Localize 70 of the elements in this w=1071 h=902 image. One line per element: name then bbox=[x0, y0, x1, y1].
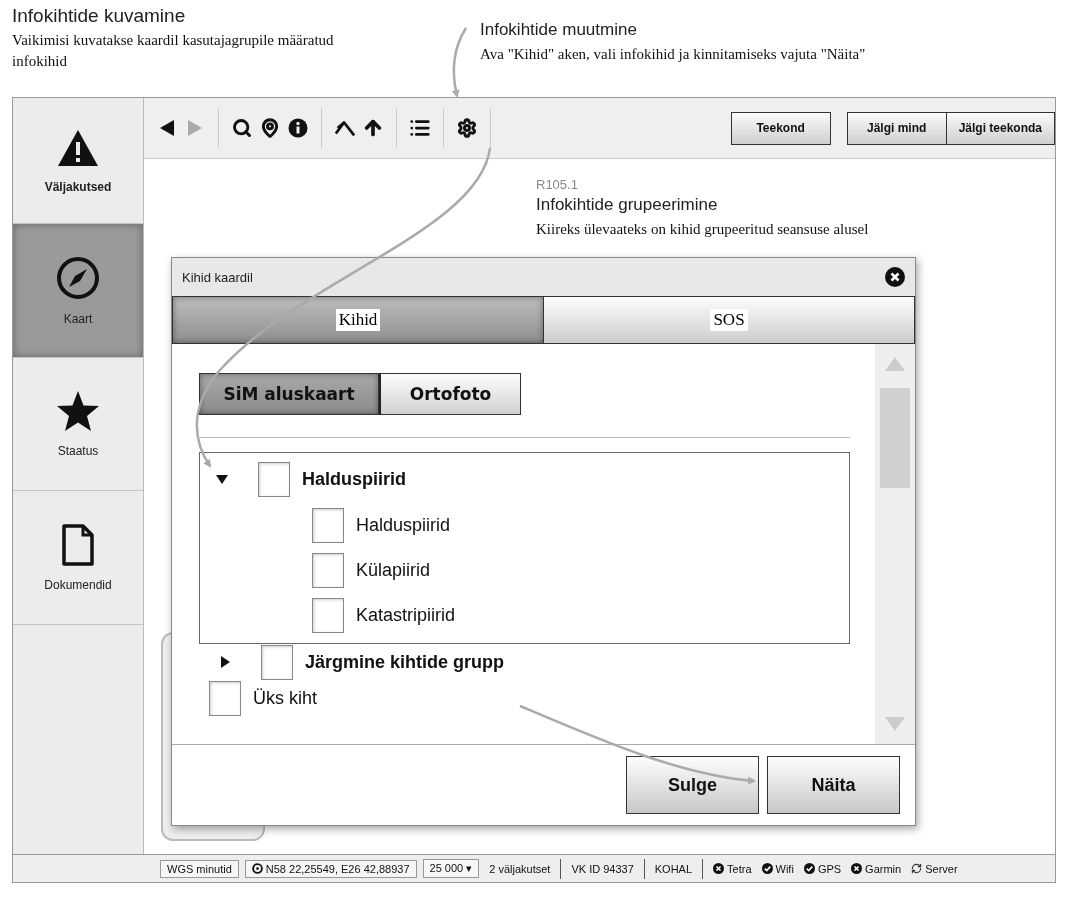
connection-label: GPS bbox=[817, 862, 842, 875]
checkbox[interactable] bbox=[312, 507, 344, 543]
dialog-button[interactable]: Näita bbox=[767, 756, 900, 814]
scale-dropdown[interactable]: 25 000 ▾ bbox=[422, 859, 480, 878]
sidebar-label: Kaart bbox=[63, 311, 93, 326]
pin-icon bbox=[260, 118, 280, 138]
annotation-arrow bbox=[451, 27, 468, 98]
crosshair-icon bbox=[251, 863, 263, 874]
star-icon bbox=[56, 390, 100, 432]
vehicle-id: VK ID 94337 bbox=[570, 862, 635, 875]
tab[interactable]: SOS bbox=[544, 296, 915, 344]
group-label: Järgmine kihtide grupp bbox=[305, 651, 505, 673]
checkbox[interactable] bbox=[258, 461, 290, 497]
toolbar-button[interactable]: Jälgi mind bbox=[846, 111, 947, 145]
forward-icon bbox=[187, 119, 203, 137]
note-text: Ava "Kihid" aken, vali infokihid ja kinnitamiseks vajuta "Näita" bbox=[480, 45, 867, 64]
toolbar-button[interactable]: Jälgi teekonda bbox=[946, 111, 1055, 145]
sidebar-item[interactable]: Kaart bbox=[13, 224, 143, 358]
requirement-code: R105.1 bbox=[536, 177, 579, 193]
error-icon bbox=[851, 863, 863, 874]
info-icon bbox=[288, 118, 308, 138]
sidebar-label: Staatus bbox=[57, 444, 99, 458]
tool-button[interactable] bbox=[362, 117, 384, 139]
tool-button[interactable] bbox=[287, 117, 309, 139]
layer-label: Külapiirid bbox=[356, 559, 431, 581]
note-title: Infokihtide grupeerimine bbox=[536, 194, 719, 216]
connection-label: Server bbox=[925, 862, 958, 875]
note-title: Infokihtide muutmine bbox=[480, 19, 638, 41]
sidebar-label: Dokumendid bbox=[44, 577, 112, 592]
tool-button[interactable] bbox=[409, 117, 431, 139]
search-icon bbox=[232, 118, 252, 138]
scroll-thumb[interactable] bbox=[880, 388, 910, 488]
checkbox[interactable] bbox=[209, 680, 241, 716]
connection-label: Garmin bbox=[865, 862, 902, 875]
tool-button[interactable] bbox=[456, 117, 478, 139]
connection-label: Tetra bbox=[727, 862, 752, 875]
layer-label: Üks kiht bbox=[253, 687, 317, 709]
basemap-button[interactable]: Ortofoto bbox=[379, 373, 521, 415]
layer-label: Halduspiirid bbox=[356, 514, 451, 536]
coordinate-system: WGS minutid bbox=[160, 859, 239, 878]
peak-icon bbox=[334, 118, 356, 138]
vehicle-state: KOHAL bbox=[653, 862, 694, 875]
sync-icon bbox=[911, 863, 923, 874]
settings-icon bbox=[457, 118, 477, 138]
tool-button[interactable] bbox=[259, 117, 281, 139]
back-icon bbox=[159, 119, 175, 137]
tool-button[interactable] bbox=[231, 117, 253, 139]
layer-label: Katastripiirid bbox=[356, 604, 456, 626]
sidebar-label: Väljakutsed bbox=[44, 179, 112, 194]
basemap-button[interactable]: SiM aluskaart bbox=[199, 373, 379, 415]
checkbox[interactable] bbox=[312, 597, 344, 633]
document-icon bbox=[61, 523, 95, 566]
group-label: Halduspiirid bbox=[302, 468, 406, 490]
checkbox[interactable] bbox=[261, 644, 293, 680]
note-text: Kiireks ülevaateks on kihid grupeeritud seansuse alusel bbox=[536, 220, 870, 239]
close-icon[interactable] bbox=[885, 267, 905, 287]
note-title: Infokihtide kuvamine bbox=[12, 4, 187, 28]
error-icon bbox=[713, 863, 725, 874]
calls-count: 2 väljakutset bbox=[488, 862, 552, 875]
checkbox[interactable] bbox=[312, 552, 344, 588]
connection-label: Wifi bbox=[775, 862, 794, 875]
tab[interactable]: Kihid bbox=[172, 296, 544, 344]
toolbar-button[interactable]: Teekond bbox=[730, 111, 831, 145]
compass-icon bbox=[56, 255, 100, 300]
check-icon bbox=[761, 863, 773, 874]
check-icon bbox=[803, 863, 815, 874]
note-text: Vaikimisi kuvatakse kaardil kasutajagrupile määratud infokihid bbox=[12, 31, 335, 71]
dialog-title: Kihid kaardil bbox=[182, 269, 253, 285]
coordinates-text: N58 22,25549, E26 42,88937 bbox=[265, 862, 410, 875]
dialog-button[interactable]: Sulge bbox=[626, 756, 759, 814]
